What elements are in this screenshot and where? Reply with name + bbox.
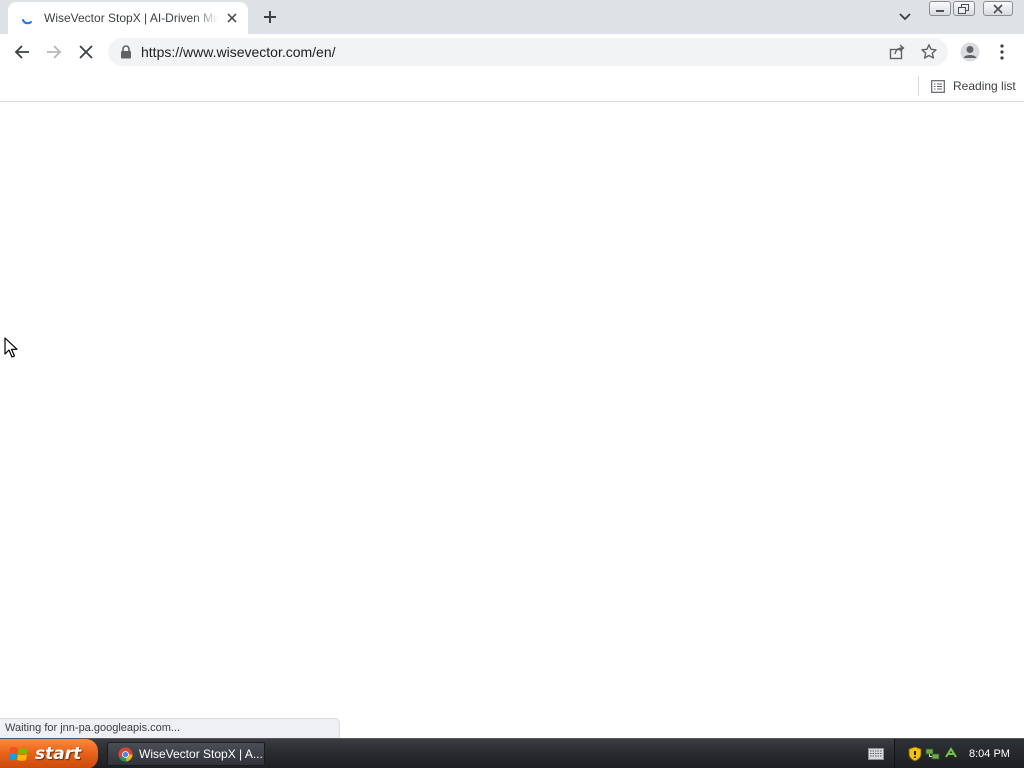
taskbar-item-label: WiseVector StopX | A... (139, 747, 263, 761)
tab-strip: WiseVector StopX | AI-Driven Malware (0, 0, 1024, 34)
close-icon[interactable] (223, 9, 241, 27)
minimize-icon (936, 9, 944, 12)
status-bubble: Waiting for jnn-pa.googleapis.com... (0, 718, 340, 738)
close-icon (993, 3, 1003, 14)
share-icon[interactable] (888, 43, 906, 61)
taskbar-clock[interactable]: 8:04 PM (969, 748, 1010, 760)
system-tray: 8:04 PM (894, 739, 1024, 768)
back-button[interactable] (8, 38, 36, 66)
forward-button[interactable] (40, 38, 68, 66)
star-icon[interactable] (920, 43, 938, 61)
taskbar: start WiseVector StopX | A... 8:04 PM (0, 738, 1024, 768)
browser-toolbar: https://www.wisevector.com/en/ (0, 34, 1024, 70)
new-tab-button[interactable] (258, 5, 282, 29)
reading-list-label: Reading list (953, 79, 1016, 93)
bookmarks-separator (918, 76, 919, 96)
profile-icon (960, 42, 980, 62)
reading-list-button[interactable]: Reading list (925, 75, 1022, 97)
plus-icon (264, 11, 276, 23)
tab-title: WiseVector StopX | AI-Driven Malware (44, 11, 219, 25)
minimize-button[interactable] (929, 1, 951, 16)
keyboard-icon[interactable] (868, 748, 884, 760)
security-shield-icon[interactable] (907, 746, 923, 762)
profile-button[interactable] (956, 38, 984, 66)
browser-menu-button[interactable] (990, 38, 1014, 66)
forward-arrow-icon (47, 45, 62, 59)
lock-icon[interactable] (120, 45, 132, 59)
windows-flag-icon (9, 747, 28, 761)
sync-icon[interactable] (943, 746, 959, 762)
kebab-menu-icon (1000, 44, 1004, 60)
window-close-button[interactable] (983, 1, 1013, 16)
taskbar-item-chrome[interactable]: WiseVector StopX | A... (107, 742, 265, 766)
browser-tab[interactable]: WiseVector StopX | AI-Driven Malware (8, 2, 248, 34)
chrome-icon (118, 746, 133, 762)
restore-icon (958, 3, 969, 14)
url-text[interactable]: https://www.wisevector.com/en/ (141, 44, 336, 60)
loading-spinner-icon (22, 19, 32, 25)
start-button[interactable]: start (0, 739, 98, 768)
restore-button[interactable] (953, 1, 975, 16)
page-viewport[interactable] (0, 103, 1024, 738)
address-bar[interactable]: https://www.wisevector.com/en/ (108, 38, 948, 66)
network-icon[interactable] (925, 746, 941, 762)
mouse-cursor-icon (4, 337, 18, 358)
reading-list-icon (931, 79, 945, 93)
stop-icon (79, 45, 93, 59)
chevron-down-icon (899, 13, 911, 21)
stop-loading-button[interactable] (72, 38, 100, 66)
start-label: start (35, 744, 82, 764)
tab-search-button[interactable] (893, 6, 917, 28)
bookmarks-bar: Reading list (0, 70, 1024, 102)
back-arrow-icon (14, 45, 29, 59)
